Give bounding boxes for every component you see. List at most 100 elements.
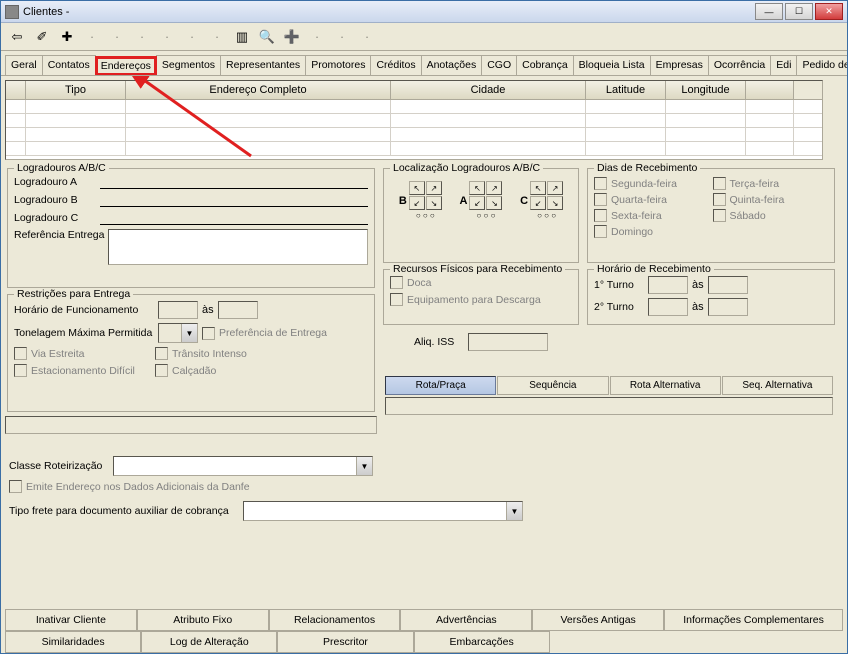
input-turno2-inicio[interactable] — [648, 298, 688, 316]
input-referencia-entrega[interactable] — [108, 229, 368, 265]
btn-advertencias[interactable]: Advertências — [400, 609, 532, 631]
tab-ocorrencia[interactable]: Ocorrência — [708, 55, 771, 75]
checkbox-terca[interactable] — [713, 177, 726, 190]
toolbar-btn-15: · — [355, 25, 379, 49]
dropdown-tonelagem[interactable]: ▼ — [158, 323, 198, 343]
grid-header-endereco[interactable]: Endereço Completo — [126, 81, 391, 99]
address-grid[interactable]: Tipo Endereço Completo Cidade Latitude L… — [5, 80, 823, 160]
btn-versoes-antigas[interactable]: Versões Antigas — [532, 609, 664, 631]
tab-segmentos[interactable]: Segmentos — [156, 55, 221, 75]
toolbar-btn-6: · — [130, 25, 154, 49]
input-aliq-iss[interactable] — [468, 333, 548, 351]
tab-creditos[interactable]: Créditos — [370, 55, 421, 75]
input-turno2-fim[interactable] — [708, 298, 748, 316]
tabbtn-rota-praca[interactable]: Rota/Praça — [385, 376, 496, 395]
toolbar-back-icon[interactable]: ⇦ — [5, 25, 29, 49]
direction-pad-a[interactable]: ↖↗ ↙↘ ○ ○ ○ — [469, 181, 502, 220]
label-domingo: Domingo — [611, 226, 693, 238]
toolbar-new-icon[interactable]: ✚ — [55, 25, 79, 49]
checkbox-pref-entrega[interactable] — [202, 327, 215, 340]
fieldset-dias-recebimento: Dias de Recebimento Segunda-feira Terça-… — [587, 168, 835, 263]
tab-edi[interactable]: Edi — [770, 55, 797, 75]
label-logradouro-a: Logradouro A — [14, 176, 96, 188]
btn-relacionamentos[interactable]: Relacionamentos — [269, 609, 401, 631]
tab-bloqueia-lista[interactable]: Bloqueia Lista — [573, 55, 651, 75]
btn-embarcacoes[interactable]: Embarcações — [414, 631, 550, 653]
maximize-button[interactable]: ☐ — [785, 3, 813, 20]
label-as-t1: às — [692, 279, 704, 291]
checkbox-quarta[interactable] — [594, 193, 607, 206]
tab-anotacoes[interactable]: Anotações — [421, 55, 483, 75]
checkbox-calcadao[interactable] — [155, 364, 168, 377]
grid-row[interactable] — [6, 128, 822, 142]
btn-prescritor[interactable]: Prescritor — [277, 631, 413, 653]
toolbar-search-icon[interactable]: 🔍 — [255, 25, 279, 49]
toolbar-edit-icon[interactable]: ✐ — [30, 25, 54, 49]
toolbar-btn-13: · — [305, 25, 329, 49]
input-turno1-fim[interactable] — [708, 276, 748, 294]
direction-pad-c[interactable]: ↖↗ ↙↘ ○ ○ ○ — [530, 181, 563, 220]
checkbox-sabado[interactable] — [713, 209, 726, 222]
toolbar-btn-14: · — [330, 25, 354, 49]
tab-pedido-venda[interactable]: Pedido de Venda — [796, 55, 847, 75]
label-turno1: 1° Turno — [594, 279, 644, 291]
tabbtn-rota-alt[interactable]: Rota Alternativa — [610, 376, 721, 395]
grid-header-scroll — [746, 81, 794, 99]
checkbox-domingo[interactable] — [594, 225, 607, 238]
checkbox-transito[interactable] — [155, 347, 168, 360]
input-horario-inicio[interactable] — [158, 301, 198, 319]
restricoes-status-bar — [5, 416, 377, 434]
tab-promotores[interactable]: Promotores — [305, 55, 371, 75]
tab-contatos[interactable]: Contatos — [42, 55, 96, 75]
grid-header-row: Tipo Endereço Completo Cidade Latitude L… — [6, 81, 822, 100]
btn-info-complementares[interactable]: Informações Complementares — [664, 609, 843, 631]
rota-tab-strip: Rota/Praça Sequência Rota Alternativa Se… — [385, 376, 833, 395]
tab-geral[interactable]: Geral — [5, 55, 43, 75]
minimize-button[interactable]: — — [755, 3, 783, 20]
tab-cobranca[interactable]: Cobrança — [516, 55, 574, 75]
grid-header-selector[interactable] — [6, 81, 26, 99]
grid-row[interactable] — [6, 142, 822, 156]
dropdown-classe-roteirizacao[interactable]: ▼ — [113, 456, 373, 476]
label-tonelagem: Tonelagem Máxima Permitida — [14, 327, 154, 339]
tab-cgo[interactable]: CGO — [481, 55, 517, 75]
grid-header-tipo[interactable]: Tipo — [26, 81, 126, 99]
checkbox-via-estreita[interactable] — [14, 347, 27, 360]
label-transito: Trânsito Intenso — [172, 348, 254, 360]
checkbox-emite-danfe[interactable] — [9, 480, 22, 493]
toolbar-btn-4: · — [80, 25, 104, 49]
input-horario-fim[interactable] — [218, 301, 258, 319]
grid-header-longitude[interactable]: Longitude — [666, 81, 746, 99]
tabbtn-seq-alt[interactable]: Seq. Alternativa — [722, 376, 833, 395]
tabbtn-sequencia[interactable]: Sequência — [497, 376, 608, 395]
tab-enderecos[interactable]: Endereços — [95, 56, 157, 76]
btn-similaridades[interactable]: Similaridades — [5, 631, 141, 653]
window-title: Clientes - — [23, 6, 755, 18]
checkbox-sexta[interactable] — [594, 209, 607, 222]
grid-header-latitude[interactable]: Latitude — [586, 81, 666, 99]
grid-row[interactable] — [6, 100, 822, 114]
grid-row[interactable] — [6, 114, 822, 128]
tab-representantes[interactable]: Representantes — [220, 55, 306, 75]
checkbox-estacionamento[interactable] — [14, 364, 27, 377]
toolbar-list-icon[interactable]: ▥ — [230, 25, 254, 49]
label-as-t2: às — [692, 301, 704, 313]
btn-log-alteracao[interactable]: Log de Alteração — [141, 631, 277, 653]
direction-pad-b[interactable]: ↖↗ ↙↘ ○ ○ ○ — [409, 181, 442, 220]
checkbox-doca[interactable] — [390, 276, 403, 289]
checkbox-quinta[interactable] — [713, 193, 726, 206]
label-sexta: Sexta-feira — [611, 210, 693, 222]
input-turno1-inicio[interactable] — [648, 276, 688, 294]
dirpad-c-label: C — [520, 195, 528, 207]
close-button[interactable]: ✕ — [815, 3, 843, 20]
toolbar-add-icon[interactable]: ➕ — [280, 25, 304, 49]
tab-empresas[interactable]: Empresas — [650, 55, 709, 75]
label-logradouro-b: Logradouro B — [14, 194, 96, 206]
btn-atributo-fixo[interactable]: Atributo Fixo — [137, 609, 269, 631]
toolbar-btn-5: · — [105, 25, 129, 49]
btn-inativar-cliente[interactable]: Inativar Cliente — [5, 609, 137, 631]
checkbox-equipamento[interactable] — [390, 293, 403, 306]
grid-header-cidade[interactable]: Cidade — [391, 81, 586, 99]
checkbox-segunda[interactable] — [594, 177, 607, 190]
dropdown-tipo-frete[interactable]: ▼ — [243, 501, 523, 521]
